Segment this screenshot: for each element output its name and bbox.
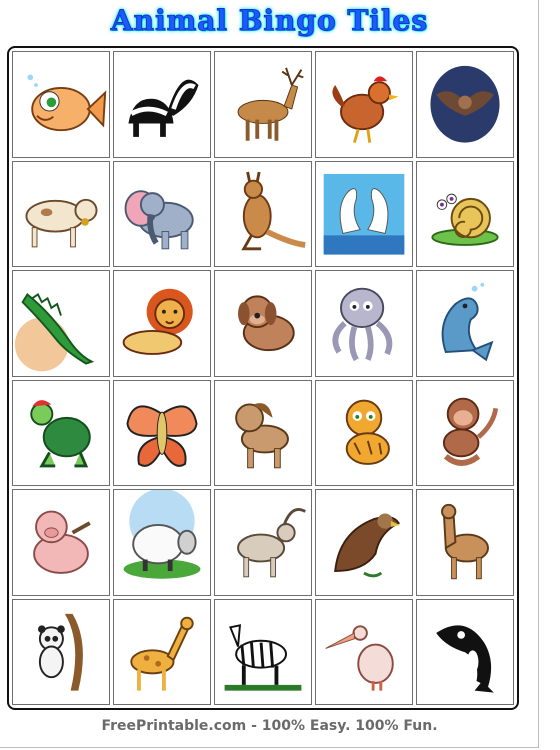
swan-icon [323, 173, 405, 255]
bingo-tile-tiger [315, 379, 413, 486]
bingo-tile-eagle [315, 489, 413, 596]
bingo-tile-deer [214, 51, 312, 158]
eagle-icon [334, 513, 401, 578]
bingo-tile-rooster [315, 51, 413, 158]
butterfly-icon [126, 404, 198, 467]
bingo-tile-snail [416, 160, 514, 267]
bingo-tile-llama [416, 489, 514, 596]
tiger-icon [345, 399, 390, 465]
page-title: Animal Bingo Tiles [110, 4, 429, 38]
pig-icon [33, 510, 91, 574]
panda-icon [37, 613, 83, 691]
bingo-tile-turtle [12, 379, 110, 486]
bingo-tile-horse [214, 379, 312, 486]
bat-icon [430, 65, 500, 143]
dolphin-icon [441, 282, 494, 362]
bingo-tile-swans [315, 160, 413, 267]
bingo-tile-zebra [214, 598, 312, 705]
fish-icon [27, 74, 107, 132]
bingo-tile-elephant [113, 160, 211, 267]
bingo-tile-butterfly [113, 379, 211, 486]
turtle-icon [30, 399, 91, 467]
elephant-icon [124, 189, 194, 249]
bingo-tile-pelican [315, 598, 413, 705]
bingo-tile-octopus [315, 270, 413, 377]
kangaroo-icon [241, 171, 306, 250]
bingo-tile-dolphin [416, 270, 514, 377]
bingo-tile-goat [214, 489, 312, 596]
alligator-icon [14, 293, 95, 372]
dog-icon [238, 295, 295, 352]
deer-icon [237, 67, 304, 141]
octopus-icon [332, 287, 393, 362]
bingo-tile-giraffe [113, 598, 211, 705]
rooster-icon [332, 76, 399, 144]
bingo-tile-lion [113, 270, 211, 377]
monkey-icon [442, 397, 499, 466]
sheep-icon [123, 490, 201, 579]
lion-icon [122, 288, 193, 355]
zebra-icon [224, 623, 302, 691]
cow-icon [25, 198, 98, 247]
bingo-tile-pig [12, 489, 110, 596]
bingo-tile-kangaroo [214, 160, 312, 267]
goat-icon [237, 508, 306, 578]
bingo-tile-dog [214, 270, 312, 377]
bingo-tile-orca [416, 598, 514, 705]
bingo-tile-monkey [416, 379, 514, 486]
skunk-icon [128, 79, 199, 137]
orca-icon [436, 624, 494, 693]
footer-text: FreePrintable.com - 100% Easy. 100% Fun. [101, 718, 438, 734]
giraffe-icon [130, 616, 194, 691]
bingo-tile-bat [416, 51, 514, 158]
bingo-tile-alligator [12, 270, 110, 377]
bingo-board [7, 46, 519, 710]
bingo-tile-panda [12, 598, 110, 705]
bingo-tile-fish [12, 51, 110, 158]
pelican-icon [325, 624, 394, 691]
bingo-tile-cow [12, 160, 110, 267]
snail-icon [431, 193, 499, 246]
bingo-tile-skunk [113, 51, 211, 158]
llama-icon [441, 503, 489, 580]
bingo-tile-sheep [113, 489, 211, 596]
horse-icon [235, 402, 289, 468]
